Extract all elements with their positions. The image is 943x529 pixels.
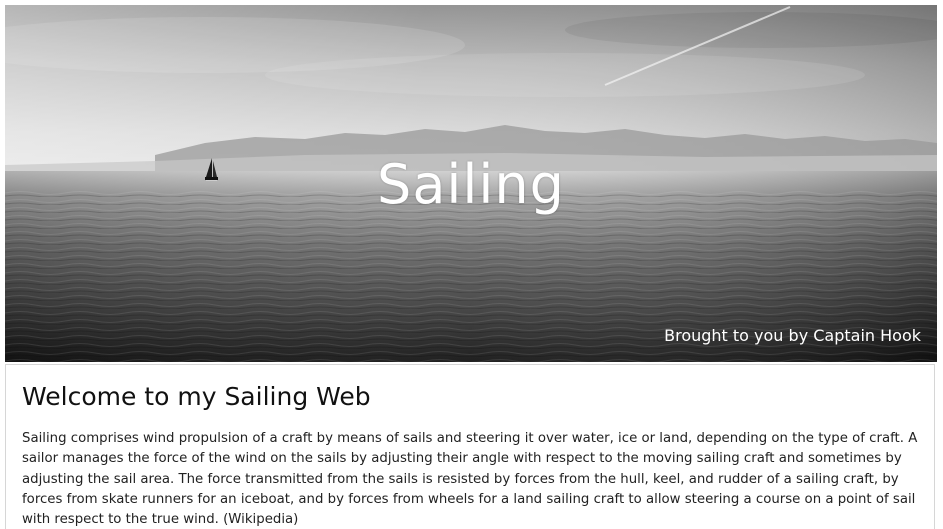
page-title: Sailing xyxy=(377,153,565,216)
hero-banner: Sailing Brought to you by Captain Hook xyxy=(5,5,937,362)
main-content: Welcome to my Sailing Web Sailing compri… xyxy=(5,364,935,529)
section-heading: Welcome to my Sailing Web xyxy=(22,382,371,411)
intro-paragraph: Sailing comprises wind propulsion of a c… xyxy=(22,431,918,528)
page: Sailing Brought to you by Captain Hook W… xyxy=(0,0,943,529)
byline: Brought to you by Captain Hook xyxy=(664,326,921,345)
